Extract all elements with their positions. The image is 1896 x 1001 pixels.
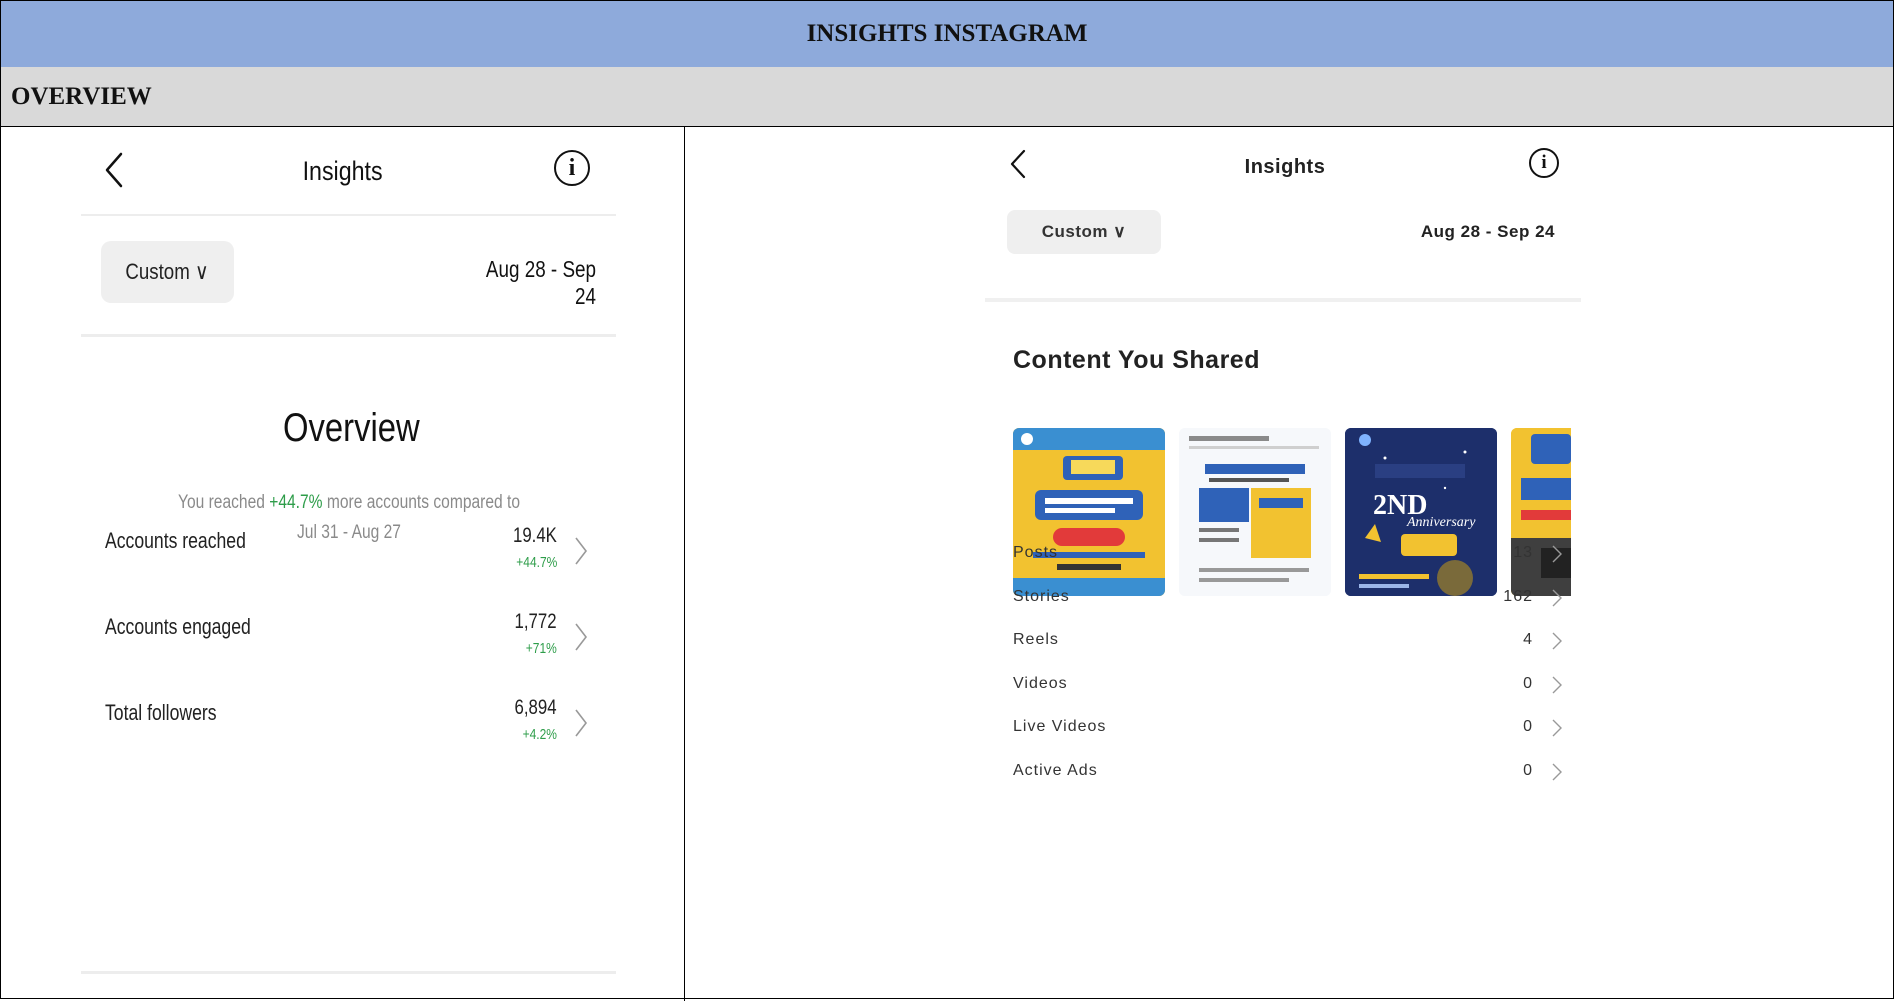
metric-value: 6,894 (514, 696, 557, 719)
metric-label: Total followers (105, 700, 217, 725)
back-chevron-icon[interactable] (99, 150, 129, 190)
content-thumbnails: 2ND Anniversary (1013, 428, 1571, 596)
chevron-right-icon (575, 623, 588, 651)
chevron-right-icon (575, 537, 588, 565)
chevron-right-icon (1552, 632, 1562, 650)
content-row-reels[interactable]: Reels 4 (1013, 627, 1573, 657)
content-row-label: Stories (1013, 588, 1070, 605)
metric-label: Accounts reached (105, 528, 246, 553)
content-row-value: 13 (1513, 544, 1533, 561)
chevron-right-icon (1552, 589, 1562, 607)
divider (81, 334, 616, 337)
post-thumbnail[interactable] (1013, 428, 1165, 596)
section-heading: OVERVIEW (1, 67, 1893, 127)
divider (985, 298, 1581, 302)
screen-title: Insights (302, 156, 383, 186)
content-row-value: 162 (1503, 588, 1533, 605)
article-image-icon (1179, 428, 1331, 596)
content-row-label: Posts (1013, 544, 1059, 561)
content-row-value: 0 (1523, 762, 1533, 779)
content-row-label: Live Videos (1013, 718, 1107, 735)
post-thumbnail[interactable]: 2ND Anniversary (1345, 428, 1497, 596)
content-row-value: 0 (1523, 675, 1533, 692)
post-thumbnail[interactable] (1511, 428, 1571, 596)
divider (81, 971, 616, 974)
chevron-right-icon (1552, 763, 1562, 781)
content-row-label: Active Ads (1013, 762, 1098, 779)
info-icon[interactable]: i (554, 150, 590, 186)
poster-image-icon (1013, 428, 1165, 596)
date-range: Aug 28 - Sep 24 (1420, 222, 1555, 241)
content-row-posts[interactable]: Posts 13 (1013, 540, 1573, 570)
metric-change: +44.7% (515, 554, 557, 571)
anniversary-poster-icon: 2ND Anniversary (1345, 428, 1497, 596)
date-range-text: Aug 28 - Sep 24 (485, 256, 596, 309)
overview-title: Overview (201, 406, 501, 451)
metric-value: 19.4K (513, 524, 557, 547)
content-row-active-ads[interactable]: Active Ads 0 (1013, 758, 1573, 788)
info-icon[interactable]: i (1529, 148, 1559, 178)
content-row-value: 0 (1523, 718, 1533, 735)
custom-range-button[interactable]: Custom ∨ (101, 241, 234, 303)
content-row-label: Reels (1013, 631, 1059, 648)
screen-title: Insights (1244, 156, 1326, 178)
metric-row-accounts-reached[interactable]: Accounts reached 19.4K +44.7% (105, 524, 595, 584)
divider (81, 214, 616, 216)
content-row-live-videos[interactable]: Live Videos 0 (1013, 714, 1573, 744)
metric-change: +71% (525, 640, 557, 657)
document-table: INSIGHTS INSTAGRAM OVERVIEW Insights i C… (0, 0, 1895, 1001)
content-shared-heading: Content You Shared (1013, 346, 1260, 374)
chevron-right-icon (575, 709, 588, 737)
custom-range-label: Custom ∨ (125, 259, 210, 284)
content-row-value: 4 (1523, 631, 1533, 648)
custom-range-button[interactable]: Custom ∨ (1007, 210, 1161, 254)
document-title: INSIGHTS INSTAGRAM (1, 1, 1893, 68)
metric-label: Accounts engaged (105, 614, 251, 639)
chevron-right-icon (1552, 676, 1562, 694)
date-range: Aug 28 - Sep 24 (431, 256, 596, 310)
content-row-videos[interactable]: Videos 0 (1013, 671, 1573, 701)
metric-change: +4.2% (522, 726, 557, 743)
reach-prefix: You reached (177, 492, 270, 513)
overview-title-text: Overview (282, 406, 420, 450)
left-insights-screenshot: Insights i Custom ∨ Aug 28 - Sep 24 Over… (1, 128, 684, 1000)
chevron-right-icon (1552, 545, 1562, 563)
metric-row-total-followers[interactable]: Total followers 6,894 +4.2% (105, 696, 595, 756)
metric-value: 1,772 (514, 610, 557, 633)
metric-row-accounts-engaged[interactable]: Accounts engaged 1,772 +71% (105, 610, 595, 670)
post-thumbnail[interactable] (1179, 428, 1331, 596)
content-row-label: Videos (1013, 675, 1068, 692)
reach-percent: +44.7% (269, 492, 323, 513)
poster-image-icon (1511, 428, 1571, 596)
right-insights-screenshot: Insights i Custom ∨ Aug 28 - Sep 24 Cont… (685, 128, 1895, 1000)
anniversary-script-text: Anniversary (1406, 515, 1476, 530)
back-chevron-icon[interactable] (1007, 148, 1029, 180)
content-row-stories[interactable]: Stories 162 (1013, 584, 1573, 614)
chevron-right-icon (1552, 719, 1562, 737)
